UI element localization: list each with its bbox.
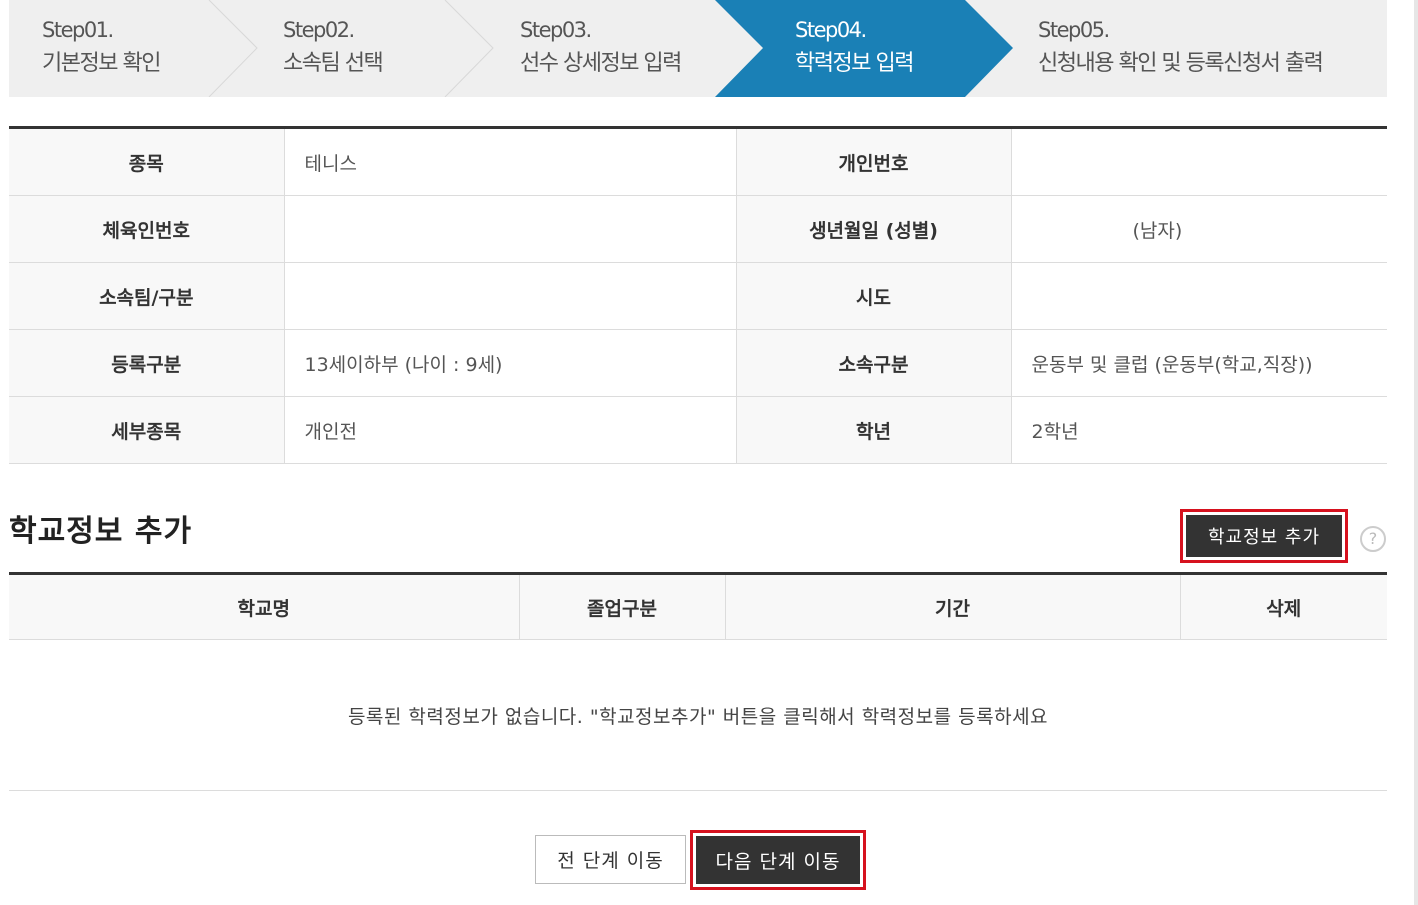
info-value bbox=[1011, 127, 1387, 196]
step-5-label: 신청내용 확인 및 등록신청서 출력 bbox=[1038, 51, 1324, 76]
step-4-active: Step04. 학력정보 입력 bbox=[795, 14, 914, 82]
info-value: (남자) bbox=[1011, 195, 1387, 263]
info-row: 세부종목 개인전 학년 2학년 bbox=[9, 396, 1387, 464]
info-value: 개인전 bbox=[284, 396, 737, 464]
info-label: 소속구분 bbox=[736, 329, 1012, 397]
info-row: 소속팀/구분 시도 bbox=[9, 262, 1387, 330]
info-row: 종목 테니스 개인번호 bbox=[9, 127, 1387, 196]
step-2-number: Step02. bbox=[283, 18, 355, 42]
info-value bbox=[1011, 262, 1387, 330]
step-2: Step02. 소속팀 선택 bbox=[283, 14, 384, 82]
column-header-graduation: 졸업구분 bbox=[519, 573, 726, 640]
empty-row: 등록된 학력정보가 없습니다. "학교정보추가" 버튼을 클릭해서 학력정보를 … bbox=[9, 639, 1387, 791]
info-label: 개인번호 bbox=[736, 127, 1012, 196]
info-label: 소속팀/구분 bbox=[9, 262, 285, 330]
step-1: Step01. 기본정보 확인 bbox=[42, 14, 161, 82]
step-3-label: 선수 상세정보 입력 bbox=[520, 51, 682, 76]
school-table-header: 학교명 졸업구분 기간 삭제 bbox=[9, 573, 1387, 640]
info-label: 생년월일 (성별) bbox=[736, 195, 1012, 263]
school-table: 학교명 졸업구분 기간 삭제 등록된 학력정보가 없습니다. "학교정보추가" … bbox=[9, 572, 1387, 791]
next-step-button[interactable]: 다음 단계 이동 bbox=[696, 836, 860, 884]
next-step-highlight: 다음 단계 이동 bbox=[690, 830, 866, 890]
prev-step-button[interactable]: 전 단계 이동 bbox=[535, 835, 686, 884]
info-label: 세부종목 bbox=[9, 396, 285, 464]
column-header-period: 기간 bbox=[725, 573, 1181, 640]
column-header-school-name: 학교명 bbox=[9, 573, 520, 640]
help-icon[interactable]: ? bbox=[1360, 526, 1386, 552]
scrollbar[interactable] bbox=[1414, 0, 1418, 905]
info-row: 등록구분 13세이하부 (나이 : 9세) 소속구분 운동부 및 클럽 (운동부… bbox=[9, 329, 1387, 397]
step-3-number: Step03. bbox=[520, 18, 592, 42]
add-school-button[interactable]: 학교정보 추가 bbox=[1186, 515, 1342, 557]
info-label: 체육인번호 bbox=[9, 195, 285, 263]
info-value: 13세이하부 (나이 : 9세) bbox=[284, 329, 737, 397]
info-value: 테니스 bbox=[284, 127, 737, 196]
step-1-label: 기본정보 확인 bbox=[42, 51, 161, 76]
column-header-delete: 삭제 bbox=[1180, 573, 1387, 640]
info-label: 등록구분 bbox=[9, 329, 285, 397]
step-5: Step05. 신청내용 확인 및 등록신청서 출력 bbox=[1038, 14, 1324, 82]
player-info-table: 종목 테니스 개인번호 체육인번호 생년월일 (성별) (남자) 소속팀/구분 … bbox=[9, 126, 1387, 464]
info-label: 종목 bbox=[9, 127, 285, 196]
empty-message: 등록된 학력정보가 없습니다. "학교정보추가" 버튼을 클릭해서 학력정보를 … bbox=[9, 639, 1387, 791]
info-label: 시도 bbox=[736, 262, 1012, 330]
step-2-label: 소속팀 선택 bbox=[283, 51, 384, 76]
info-value bbox=[284, 262, 737, 330]
step-4-number: Step04. bbox=[795, 18, 867, 42]
info-value: 2학년 bbox=[1011, 396, 1387, 464]
step-4-label: 학력정보 입력 bbox=[795, 51, 914, 76]
step-3: Step03. 선수 상세정보 입력 bbox=[520, 14, 682, 82]
info-label: 학년 bbox=[736, 396, 1012, 464]
section-title: 학교정보 추가 bbox=[9, 514, 193, 549]
step-5-number: Step05. bbox=[1038, 18, 1110, 42]
step-progress: Step01. 기본정보 확인 Step02. 소속팀 선택 Step03. 선… bbox=[9, 0, 1387, 97]
info-value bbox=[284, 195, 737, 263]
info-row: 체육인번호 생년월일 (성별) (남자) bbox=[9, 195, 1387, 263]
add-school-highlight: 학교정보 추가 bbox=[1180, 509, 1348, 563]
info-value: 운동부 및 클럽 (운동부(학교,직장)) bbox=[1011, 329, 1387, 397]
step-1-number: Step01. bbox=[42, 18, 114, 42]
